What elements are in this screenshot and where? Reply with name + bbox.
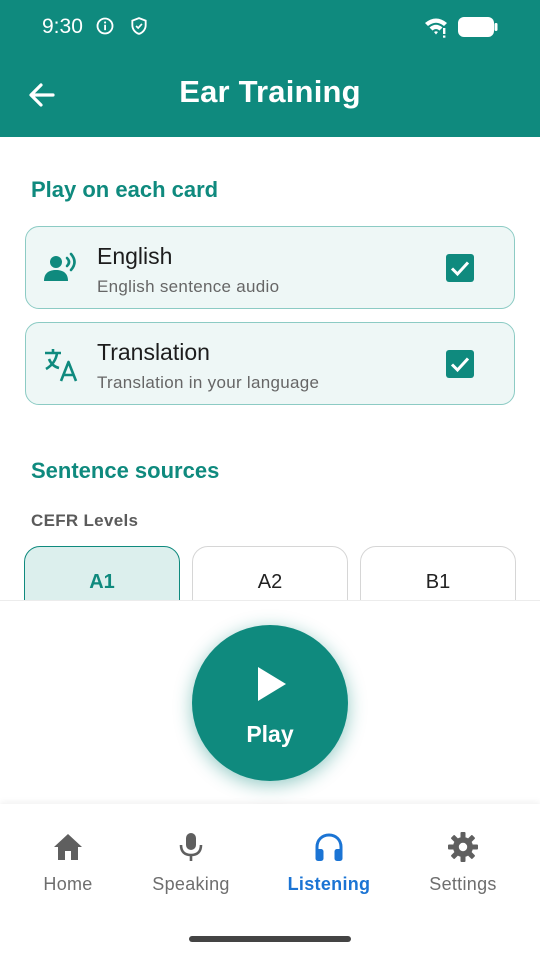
level-chip-a2[interactable]: A2 [192, 546, 348, 600]
option-card-translation[interactable]: Translation Translation in your language [25, 322, 515, 405]
info-icon [96, 17, 114, 35]
option-title-translation: Translation [97, 339, 210, 365]
shield-icon [131, 17, 147, 35]
home-icon [54, 834, 82, 860]
option-subtitle-translation: Translation in your language [97, 373, 320, 392]
play-button[interactable]: Play [192, 625, 348, 781]
microphone-icon [179, 833, 203, 861]
wifi-icon [425, 18, 447, 38]
settings-content[interactable]: Play on each card English English senten… [0, 137, 540, 600]
option-card-english[interactable]: English English sentence audio [25, 226, 515, 309]
checkbox-translation[interactable] [446, 350, 474, 378]
option-subtitle-english: English sentence audio [97, 277, 280, 296]
record-voice-icon [44, 252, 76, 281]
headphones-icon [315, 833, 343, 861]
checkbox-english[interactable] [446, 254, 474, 282]
nav-label-settings: Settings [429, 874, 497, 894]
level-chip-b1[interactable]: B1 [360, 546, 516, 600]
home-indicator[interactable] [189, 936, 351, 942]
nav-item-home[interactable]: Home [8, 830, 128, 910]
option-title-english: English [97, 243, 173, 269]
play-area: Play [0, 600, 540, 804]
gear-icon [448, 832, 478, 862]
play-button-label: Play [246, 721, 294, 747]
status-time: 9:30 [42, 15, 83, 38]
battery-icon [458, 17, 498, 37]
cefr-levels-label: CEFR Levels [31, 511, 139, 530]
nav-label-home: Home [43, 874, 93, 894]
section-title-play: Play on each card [31, 177, 219, 202]
nav-label-speaking: Speaking [152, 874, 230, 894]
page-title: Ear Training [179, 74, 361, 109]
nav-label-listening: Listening [287, 874, 371, 894]
translate-icon [45, 349, 78, 382]
level-chip-a1[interactable]: A1 [24, 546, 180, 600]
nav-item-speaking[interactable]: Speaking [131, 830, 251, 910]
section-title-sources: Sentence sources [31, 458, 220, 483]
play-icon [258, 667, 286, 701]
nav-item-listening[interactable]: Listening [269, 830, 389, 910]
app-bar: Ear Training [0, 52, 540, 137]
status-bar: 9:30 [0, 0, 540, 52]
nav-item-settings[interactable]: Settings [403, 830, 523, 910]
